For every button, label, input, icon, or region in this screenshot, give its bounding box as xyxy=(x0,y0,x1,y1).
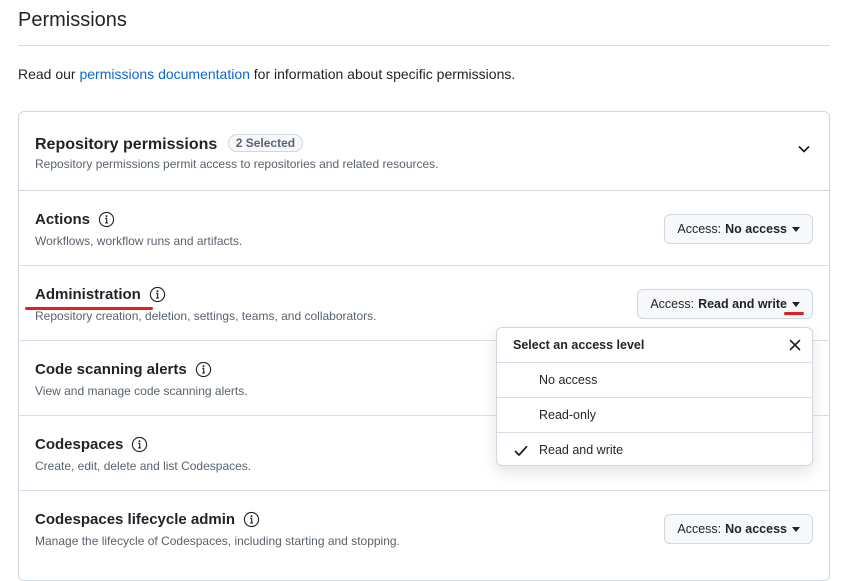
info-icon[interactable] xyxy=(149,286,166,303)
caret-down-icon xyxy=(792,226,800,232)
access-option-no-access[interactable]: No access xyxy=(497,363,812,398)
caret-down-icon xyxy=(792,301,800,307)
info-icon[interactable] xyxy=(98,211,115,228)
access-label: Access: xyxy=(650,297,695,311)
access-label: Access: xyxy=(677,522,722,536)
page-title: Permissions xyxy=(18,9,127,31)
close-icon[interactable] xyxy=(788,338,802,352)
permission-title-row: Codespaces lifecycle admin xyxy=(35,511,260,528)
permission-title-row: Code scanning alerts xyxy=(35,361,212,378)
access-level-select-actions[interactable]: Access: No access xyxy=(664,214,813,244)
option-label: No access xyxy=(539,373,598,387)
access-value: Read and write xyxy=(698,297,787,311)
selected-count-badge: 2 Selected xyxy=(227,134,304,152)
annotation-underline-caret xyxy=(784,312,804,315)
permission-title-row: Codespaces xyxy=(35,436,148,453)
title-divider xyxy=(18,45,830,46)
permission-name: Codespaces xyxy=(35,436,124,453)
chevron-down-icon[interactable] xyxy=(797,142,811,156)
permissions-documentation-link[interactable]: permissions documentation xyxy=(79,66,249,82)
access-label: Access: xyxy=(677,222,722,236)
permission-name: Codespaces lifecycle admin xyxy=(35,511,236,528)
permission-row-actions: Actions Workflows, workflow runs and art… xyxy=(19,191,829,266)
permission-description: Repository creation, deletion, settings,… xyxy=(35,309,377,323)
access-level-menu-header: Select an access level xyxy=(497,328,812,363)
intro-prefix: Read our xyxy=(18,66,80,82)
access-option-read-and-write[interactable]: Read and write xyxy=(497,433,812,468)
access-level-select-codespaces-lifecycle-admin[interactable]: Access: No access xyxy=(664,514,813,544)
repository-permissions-header[interactable]: Repository permissions 2 Selected Reposi… xyxy=(19,112,829,191)
permission-name: Actions xyxy=(35,211,91,228)
permission-description: View and manage code scanning alerts. xyxy=(35,384,248,398)
info-icon[interactable] xyxy=(243,511,260,528)
permission-name: Administration xyxy=(35,286,141,303)
info-icon[interactable] xyxy=(195,361,212,378)
annotation-underline-administration xyxy=(25,307,153,310)
access-option-read-only[interactable]: Read-only xyxy=(497,398,812,433)
info-icon[interactable] xyxy=(131,436,148,453)
permission-description: Manage the lifecycle of Codespaces, incl… xyxy=(35,534,400,548)
access-level-menu: Select an access level No access Read-on… xyxy=(496,327,813,466)
intro-text: Read our permissions documentation for i… xyxy=(18,66,515,82)
option-label: Read-only xyxy=(539,408,596,422)
permission-description: Create, edit, delete and list Codespaces… xyxy=(35,459,252,473)
intro-suffix: for information about specific permissio… xyxy=(249,66,516,82)
permission-title-row: Actions xyxy=(35,211,115,228)
check-icon xyxy=(514,445,528,456)
caret-down-icon xyxy=(792,526,800,532)
option-label: Read and write xyxy=(539,443,624,457)
permission-title-row: Administration xyxy=(35,286,166,303)
access-level-menu-title: Select an access level xyxy=(513,338,645,352)
access-value: No access xyxy=(725,522,787,536)
repository-permissions-description: Repository permissions permit access to … xyxy=(35,157,439,171)
access-value: No access xyxy=(725,222,787,236)
permission-name: Code scanning alerts xyxy=(35,361,187,378)
repository-permissions-title-row: Repository permissions 2 Selected xyxy=(35,134,304,154)
repository-permissions-title: Repository permissions xyxy=(35,136,218,153)
permission-description: Workflows, workflow runs and artifacts. xyxy=(35,234,243,248)
permission-row-codespaces-lifecycle-admin: Codespaces lifecycle admin Manage the li… xyxy=(19,491,829,566)
